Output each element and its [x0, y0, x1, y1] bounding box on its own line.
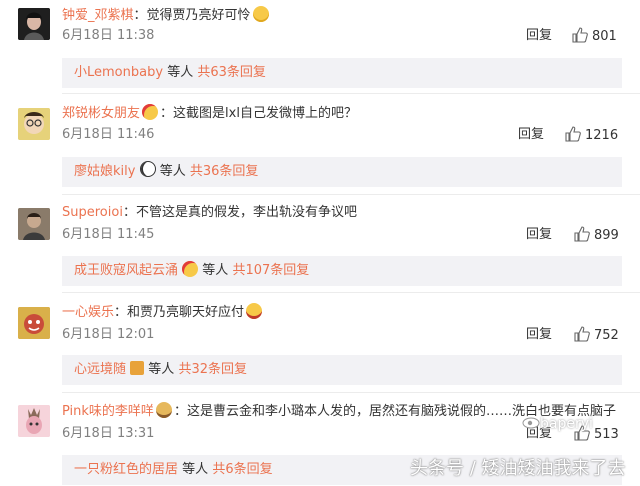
- sub-reply-others: 等人: [167, 65, 194, 80]
- divider: [62, 194, 640, 195]
- thumbs-up-icon: [565, 126, 581, 142]
- like-button[interactable]: 752: [574, 326, 619, 345]
- sub-replies[interactable]: 廖姑娘kily 等人 共36条回复: [62, 157, 622, 187]
- like-count: 1216: [585, 128, 619, 143]
- heart-eyes-emoji-icon: [142, 104, 159, 120]
- sub-reply-others: 等人: [148, 362, 175, 377]
- like-button[interactable]: 801: [572, 27, 617, 46]
- grin-sweat-emoji-icon: [252, 6, 269, 22]
- sub-reply-username[interactable]: 小Lemonbaby: [74, 65, 163, 80]
- sub-reply-username[interactable]: 成王败寇风起云涌: [74, 263, 178, 278]
- watermark-logo-icon: [522, 414, 540, 433]
- sub-reply-count[interactable]: 共32条回复: [178, 362, 247, 377]
- avatar[interactable]: [18, 307, 50, 339]
- sub-reply-others: 等人: [202, 263, 229, 278]
- divider: [62, 292, 640, 293]
- comment-text: 这截图是lxl自己发微博上的吧？: [173, 106, 357, 121]
- like-button[interactable]: 1216: [565, 126, 618, 145]
- comment-username[interactable]: 一心娱乐: [62, 305, 114, 320]
- comment-line: 郑锐彬女朋友 ：这截图是lxl自己发微博上的吧？: [62, 104, 357, 121]
- panda-emoji-icon: [139, 161, 156, 177]
- comment-timestamp: 6月18日 13:31: [62, 426, 155, 441]
- laughing-emoji-icon: [246, 303, 263, 319]
- comment-username[interactable]: Pink味的李咩咩: [62, 404, 154, 419]
- sub-reply-username[interactable]: 心远境随: [74, 362, 126, 377]
- comment-timestamp: 6月18日 12:01: [62, 327, 155, 342]
- avatar[interactable]: [18, 405, 50, 437]
- reply-button[interactable]: 回复: [526, 326, 552, 344]
- avatar[interactable]: [18, 208, 50, 240]
- comment-line: Superoioi：不管这是真的假发，李出轨没有争议吧: [62, 205, 357, 220]
- burger-emoji-icon: [155, 402, 172, 418]
- sub-reply-username[interactable]: 廖姑娘kily: [74, 164, 135, 179]
- comment-timestamp: 6月18日 11:46: [62, 127, 155, 142]
- reply-button[interactable]: 回复: [518, 126, 544, 144]
- heart-eyes-emoji-icon: [182, 261, 199, 277]
- comment-timestamp: 6月18日 11:45: [62, 227, 155, 242]
- thumbs-up-icon: [574, 326, 590, 342]
- comment-username[interactable]: 郑锐彬女朋友: [62, 106, 140, 121]
- thumbs-up-icon: [574, 226, 590, 242]
- reply-button[interactable]: 回复: [526, 226, 552, 244]
- comment-line: 一心娱乐：和贾乃亮聊天好应付: [62, 303, 263, 322]
- comment-text: 觉得贾乃亮好可怜: [146, 8, 251, 23]
- like-count: 801: [592, 29, 617, 44]
- sub-reply-count[interactable]: 共6条回复: [212, 462, 272, 477]
- divider: [62, 93, 640, 94]
- comment-text: 和贾乃亮聊天好应付: [127, 305, 245, 320]
- sub-replies[interactable]: 心远境随 等人 共32条回复: [62, 355, 622, 385]
- like-count: 752: [594, 328, 619, 343]
- sub-reply-username[interactable]: 一只粉红色的居居: [74, 462, 178, 477]
- sub-replies[interactable]: 成王败寇风起云涌 等人 共107条回复: [62, 256, 622, 286]
- watermark-source: 头条号 / 矮油矮油我来了去: [410, 458, 626, 479]
- comment-username[interactable]: 钟爱_邓紫棋: [62, 8, 134, 23]
- avatar[interactable]: [18, 108, 50, 140]
- sub-reply-count[interactable]: 共36条回复: [190, 164, 259, 179]
- sub-reply-others: 等人: [182, 462, 209, 477]
- sub-reply-count[interactable]: 共107条回复: [232, 263, 309, 278]
- sub-replies[interactable]: 小Lemonbaby 等人 共63条回复: [62, 58, 622, 88]
- watermark-handle: baperyi: [540, 416, 593, 432]
- comment-username[interactable]: Superoioi: [62, 205, 123, 220]
- like-count: 513: [594, 427, 619, 442]
- comment-text: 不管这是真的假发，李出轨没有争议吧: [135, 205, 357, 220]
- divider: [62, 392, 640, 393]
- like-count: 899: [594, 228, 619, 243]
- comment-line: 钟爱_邓紫棋：觉得贾乃亮好可怜: [62, 6, 269, 25]
- like-button[interactable]: 899: [574, 226, 619, 245]
- sub-reply-count[interactable]: 共63条回复: [197, 65, 266, 80]
- thumbs-up-icon: [572, 27, 588, 43]
- avatar[interactable]: [18, 8, 50, 40]
- sub-reply-others: 等人: [159, 164, 186, 179]
- fries-emoji-icon: [130, 361, 145, 375]
- reply-button[interactable]: 回复: [526, 27, 552, 45]
- comment-timestamp: 6月18日 11:38: [62, 28, 155, 43]
